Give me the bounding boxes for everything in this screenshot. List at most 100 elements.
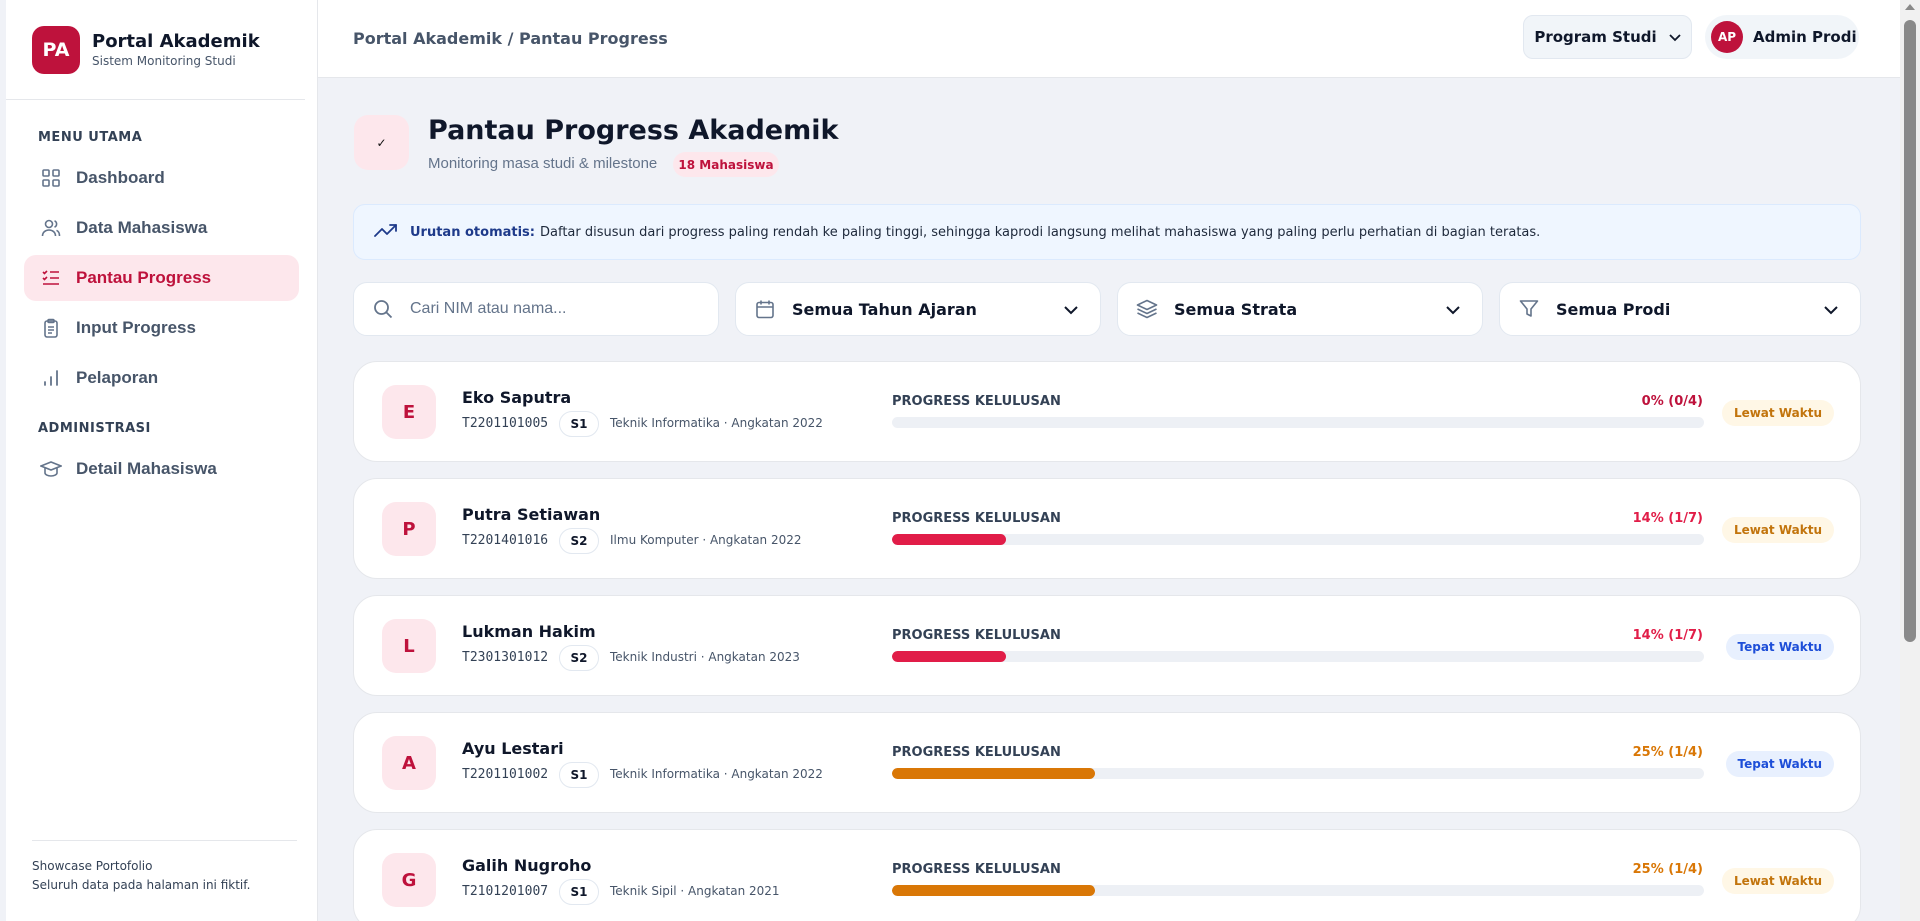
status-badge: Tepat Waktu <box>1725 634 1834 660</box>
student-nim: T2201401016 <box>462 533 549 548</box>
student-nim: T2201101002 <box>462 767 549 782</box>
progress-percent: 25% (1/4) <box>1632 745 1703 760</box>
footer-line-1: Showcase Portofolio <box>32 859 153 873</box>
clipboard-icon <box>40 317 62 339</box>
footer-line-2: Seluruh data pada halaman ini fiktif. <box>32 878 251 892</box>
scroll-up-arrow-icon[interactable] <box>1905 4 1915 10</box>
brand[interactable]: PA Portal Akademik Sistem Monitoring Stu… <box>6 0 305 100</box>
prodi-label: Semua Prodi <box>1556 299 1671 319</box>
student-prodi: Teknik Sipil · Angkatan 2021 <box>610 884 780 898</box>
info-text: Daftar disusun dari progress paling rend… <box>540 224 1541 240</box>
menu-section-administrasi: ADMINISTRASI <box>38 421 151 436</box>
progress-bar-fill <box>892 534 1006 545</box>
sidebar-item-label: Data Mahasiswa <box>76 218 208 237</box>
student-card[interactable]: L Lukman Hakim T2301301012 S2 Teknik Ind… <box>353 595 1861 696</box>
bar-chart-icon <box>40 367 62 389</box>
student-name: Putra Setiawan <box>462 505 601 524</box>
student-prodi: Teknik Informatika · Angkatan 2022 <box>610 767 823 781</box>
trending-up-icon <box>374 222 398 242</box>
student-name: Ayu Lestari <box>462 739 564 758</box>
avatar: AP <box>1711 21 1743 53</box>
info-label: Urutan otomatis: <box>410 224 535 240</box>
page-title: Pantau Progress Akademik <box>428 115 839 146</box>
progress-percent: 14% (1/7) <box>1632 628 1703 643</box>
user-menu[interactable]: AP Admin Prodi <box>1705 15 1859 59</box>
student-card[interactable]: P Putra Setiawan T2201401016 S2 Ilmu Kom… <box>353 478 1861 579</box>
progress-bar-fill <box>892 885 1095 896</box>
filter-icon <box>1518 298 1540 320</box>
progress-percent: 25% (1/4) <box>1632 862 1703 877</box>
sidebar-item-label: Dashboard <box>76 168 165 187</box>
users-icon <box>40 217 62 239</box>
progress-bar <box>892 417 1704 428</box>
student-nim: T2101201007 <box>462 884 549 899</box>
student-prodi: Teknik Informatika · Angkatan 2022 <box>610 416 823 430</box>
brand-subtitle: Sistem Monitoring Studi <box>92 54 236 68</box>
progress-label: PROGRESS KELULUSAN <box>892 862 1061 877</box>
progress-bar <box>892 768 1704 779</box>
strata-label: Semua Strata <box>1174 299 1298 319</box>
program-studi-label: Program Studi <box>1534 28 1657 46</box>
chevron-down-icon <box>1669 28 1681 46</box>
sidebar-item-label: Pantau Progress <box>76 268 212 287</box>
sidebar-item-pelaporan[interactable]: Pelaporan <box>24 355 299 401</box>
tahun-ajaran-label: Semua Tahun Ajaran <box>792 299 977 319</box>
prodi-select[interactable]: Semua Prodi <box>1499 282 1861 336</box>
search-input[interactable]: Cari NIM atau nama... <box>353 282 719 336</box>
brand-logo: PA <box>32 25 80 74</box>
program-studi-select[interactable]: Program Studi <box>1523 15 1692 59</box>
search-placeholder: Cari NIM atau nama... <box>410 300 567 317</box>
progress-label: PROGRESS KELULUSAN <box>892 394 1061 409</box>
status-badge: Tepat Waktu <box>1725 751 1834 777</box>
student-prodi: Teknik Industri · Angkatan 2023 <box>610 650 800 664</box>
student-card[interactable]: E Eko Saputra T2201101005 S1 Teknik Info… <box>353 361 1861 462</box>
sidebar-item-pantau-progress[interactable]: Pantau Progress <box>24 255 299 301</box>
sort-info-banner: Urutan otomatis: Daftar disusun dari pro… <box>353 204 1861 260</box>
menu-section-utama: MENU UTAMA <box>38 130 143 145</box>
student-name: Lukman Hakim <box>462 622 596 641</box>
status-badge: Lewat Waktu <box>1721 400 1834 426</box>
sidebar-item-input-progress[interactable]: Input Progress <box>24 305 299 351</box>
student-initial-avatar: A <box>382 736 436 790</box>
strata-badge: S2 <box>559 528 599 554</box>
sidebar: PA Portal Akademik Sistem Monitoring Stu… <box>6 0 318 921</box>
progress-bar-fill <box>892 651 1006 662</box>
progress-label: PROGRESS KELULUSAN <box>892 628 1061 643</box>
progress-label: PROGRESS KELULUSAN <box>892 511 1061 526</box>
chevron-down-icon <box>1824 300 1838 319</box>
sidebar-footer: Showcase Portofolio Seluruh data pada ha… <box>32 840 297 895</box>
chevron-down-icon <box>1446 300 1460 319</box>
progress-label: PROGRESS KELULUSAN <box>892 745 1061 760</box>
user-name: Admin Prodi <box>1753 28 1857 46</box>
strata-badge: S1 <box>559 762 599 788</box>
sidebar-item-label: Input Progress <box>76 318 196 337</box>
student-initial-avatar: L <box>382 619 436 673</box>
student-card[interactable]: A Ayu Lestari T2201101002 S1 Teknik Info… <box>353 712 1861 813</box>
student-count-badge: 18 Mahasiswa <box>673 152 779 177</box>
student-name: Galih Nugroho <box>462 856 592 875</box>
student-nim: T2201101005 <box>462 416 549 431</box>
student-nim: T2301301012 <box>462 650 549 665</box>
student-card[interactable]: G Galih Nugroho T2101201007 S1 Teknik Si… <box>353 829 1861 921</box>
strata-badge: S1 <box>559 879 599 905</box>
progress-percent: 14% (1/7) <box>1632 511 1703 526</box>
scroll-thumb[interactable] <box>1904 20 1916 642</box>
student-initial-avatar: E <box>382 385 436 439</box>
student-name: Eko Saputra <box>462 388 572 407</box>
search-icon <box>372 298 394 320</box>
tahun-ajaran-select[interactable]: Semua Tahun Ajaran <box>735 282 1101 336</box>
breadcrumb: Portal Akademik / Pantau Progress <box>353 29 668 48</box>
sidebar-item-dashboard[interactable]: Dashboard <box>24 155 299 201</box>
sidebar-item-detail-mahasiswa[interactable]: Detail Mahasiswa <box>24 446 299 492</box>
sidebar-item-data-mahasiswa[interactable]: Data Mahasiswa <box>24 205 299 251</box>
strata-select[interactable]: Semua Strata <box>1117 282 1483 336</box>
list-progress-icon <box>40 267 62 289</box>
sidebar-item-label: Pelaporan <box>76 368 159 387</box>
progress-percent: 0% (0/4) <box>1641 394 1703 409</box>
calendar-icon <box>754 298 776 320</box>
scrollbar[interactable] <box>1900 0 1920 921</box>
progress-bar-fill <box>892 768 1095 779</box>
strata-badge: S1 <box>559 411 599 437</box>
status-badge: Lewat Waktu <box>1721 868 1834 894</box>
progress-bar <box>892 885 1704 896</box>
